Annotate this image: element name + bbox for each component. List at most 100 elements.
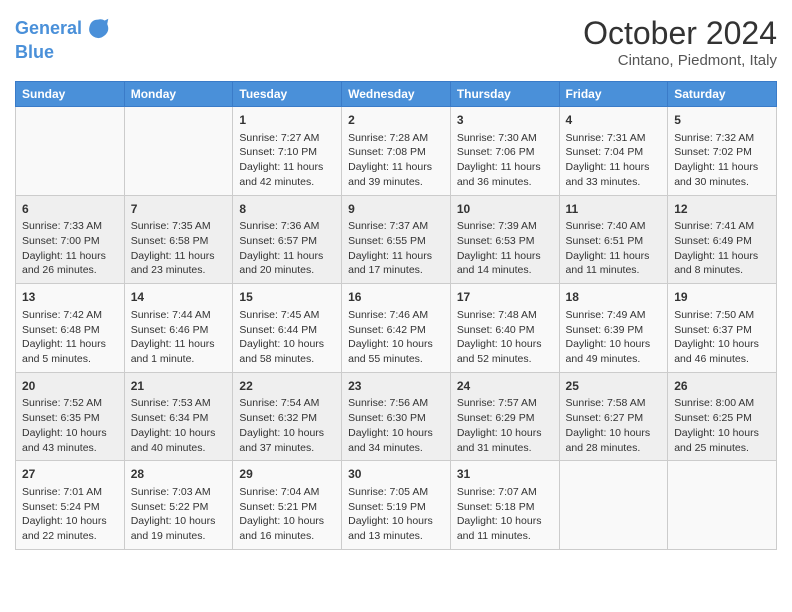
sunrise-text: Sunrise: 7:30 AM — [457, 131, 553, 146]
sunset-text: Sunset: 7:04 PM — [566, 145, 662, 160]
day-number: 14 — [131, 289, 227, 306]
sunset-text: Sunset: 6:29 PM — [457, 411, 553, 426]
daylight-text: Daylight: 10 hours and 55 minutes. — [348, 337, 444, 366]
daylight-text: Daylight: 10 hours and 49 minutes. — [566, 337, 662, 366]
logo: General Blue — [15, 15, 112, 63]
calendar-cell: 5Sunrise: 7:32 AMSunset: 7:02 PMDaylight… — [668, 107, 777, 196]
sunrise-text: Sunrise: 7:42 AM — [22, 308, 118, 323]
daylight-text: Daylight: 11 hours and 23 minutes. — [131, 249, 227, 278]
day-number: 7 — [131, 201, 227, 218]
sunset-text: Sunset: 6:40 PM — [457, 323, 553, 338]
sunset-text: Sunset: 5:18 PM — [457, 500, 553, 515]
day-number: 21 — [131, 378, 227, 395]
logo-text: General — [15, 19, 82, 39]
calendar-cell — [559, 461, 668, 550]
sunrise-text: Sunrise: 7:48 AM — [457, 308, 553, 323]
calendar-cell: 11Sunrise: 7:40 AMSunset: 6:51 PMDayligh… — [559, 195, 668, 284]
sunset-text: Sunset: 6:35 PM — [22, 411, 118, 426]
sunrise-text: Sunrise: 7:49 AM — [566, 308, 662, 323]
calendar-cell: 4Sunrise: 7:31 AMSunset: 7:04 PMDaylight… — [559, 107, 668, 196]
sunrise-text: Sunrise: 7:07 AM — [457, 485, 553, 500]
calendar-cell — [124, 107, 233, 196]
day-number: 8 — [239, 201, 335, 218]
daylight-text: Daylight: 10 hours and 19 minutes. — [131, 514, 227, 543]
daylight-text: Daylight: 10 hours and 11 minutes. — [457, 514, 553, 543]
sunset-text: Sunset: 7:06 PM — [457, 145, 553, 160]
sunset-text: Sunset: 6:37 PM — [674, 323, 770, 338]
month-title: October 2024 — [583, 15, 777, 52]
calendar-row-2: 13Sunrise: 7:42 AMSunset: 6:48 PMDayligh… — [16, 284, 777, 373]
calendar-row-0: 1Sunrise: 7:27 AMSunset: 7:10 PMDaylight… — [16, 107, 777, 196]
daylight-text: Daylight: 10 hours and 40 minutes. — [131, 426, 227, 455]
sunrise-text: Sunrise: 7:54 AM — [239, 396, 335, 411]
daylight-text: Daylight: 10 hours and 22 minutes. — [22, 514, 118, 543]
sunrise-text: Sunrise: 7:58 AM — [566, 396, 662, 411]
weekday-header-monday: Monday — [124, 82, 233, 107]
sunrise-text: Sunrise: 7:45 AM — [239, 308, 335, 323]
calendar-cell — [668, 461, 777, 550]
sunset-text: Sunset: 6:39 PM — [566, 323, 662, 338]
day-number: 28 — [131, 466, 227, 483]
sunset-text: Sunset: 6:46 PM — [131, 323, 227, 338]
calendar-cell: 2Sunrise: 7:28 AMSunset: 7:08 PMDaylight… — [342, 107, 451, 196]
day-number: 17 — [457, 289, 553, 306]
day-number: 2 — [348, 112, 444, 129]
day-number: 12 — [674, 201, 770, 218]
calendar-cell: 30Sunrise: 7:05 AMSunset: 5:19 PMDayligh… — [342, 461, 451, 550]
sunset-text: Sunset: 5:21 PM — [239, 500, 335, 515]
sunset-text: Sunset: 6:53 PM — [457, 234, 553, 249]
day-number: 26 — [674, 378, 770, 395]
page-header: General Blue October 2024 Cintano, Piedm… — [15, 15, 777, 69]
calendar-cell: 29Sunrise: 7:04 AMSunset: 5:21 PMDayligh… — [233, 461, 342, 550]
sunrise-text: Sunrise: 7:01 AM — [22, 485, 118, 500]
day-number: 23 — [348, 378, 444, 395]
day-number: 27 — [22, 466, 118, 483]
sunset-text: Sunset: 6:34 PM — [131, 411, 227, 426]
calendar-cell: 19Sunrise: 7:50 AMSunset: 6:37 PMDayligh… — [668, 284, 777, 373]
calendar-cell: 13Sunrise: 7:42 AMSunset: 6:48 PMDayligh… — [16, 284, 125, 373]
sunset-text: Sunset: 5:19 PM — [348, 500, 444, 515]
day-number: 6 — [22, 201, 118, 218]
location: Cintano, Piedmont, Italy — [583, 52, 777, 69]
sunrise-text: Sunrise: 7:33 AM — [22, 219, 118, 234]
sunrise-text: Sunrise: 7:32 AM — [674, 131, 770, 146]
sunrise-text: Sunrise: 7:03 AM — [131, 485, 227, 500]
sunset-text: Sunset: 7:08 PM — [348, 145, 444, 160]
daylight-text: Daylight: 10 hours and 13 minutes. — [348, 514, 444, 543]
daylight-text: Daylight: 10 hours and 16 minutes. — [239, 514, 335, 543]
daylight-text: Daylight: 10 hours and 52 minutes. — [457, 337, 553, 366]
daylight-text: Daylight: 10 hours and 34 minutes. — [348, 426, 444, 455]
day-number: 3 — [457, 112, 553, 129]
daylight-text: Daylight: 11 hours and 17 minutes. — [348, 249, 444, 278]
calendar-cell: 28 Sunrise: 7:03 AMSunset: 5:22 PMDayligh… — [124, 461, 233, 550]
daylight-text: Daylight: 11 hours and 14 minutes. — [457, 249, 553, 278]
calendar-cell: 18Sunrise: 7:49 AMSunset: 6:39 PMDayligh… — [559, 284, 668, 373]
sunset-text: Sunset: 5:22 PM — [131, 500, 227, 515]
daylight-text: Daylight: 11 hours and 11 minutes. — [566, 249, 662, 278]
sunset-text: Sunset: 6:57 PM — [239, 234, 335, 249]
sunset-text: Sunset: 6:58 PM — [131, 234, 227, 249]
sunset-text: Sunset: 6:32 PM — [239, 411, 335, 426]
daylight-text: Daylight: 11 hours and 5 minutes. — [22, 337, 118, 366]
calendar-cell: 14Sunrise: 7:44 AMSunset: 6:46 PMDayligh… — [124, 284, 233, 373]
calendar-cell: 9Sunrise: 7:37 AMSunset: 6:55 PMDaylight… — [342, 195, 451, 284]
sunset-text: Sunset: 6:49 PM — [674, 234, 770, 249]
daylight-text: Daylight: 10 hours and 25 minutes. — [674, 426, 770, 455]
weekday-header-saturday: Saturday — [668, 82, 777, 107]
day-number: 9 — [348, 201, 444, 218]
daylight-text: Daylight: 10 hours and 31 minutes. — [457, 426, 553, 455]
weekday-header-thursday: Thursday — [450, 82, 559, 107]
sunset-text: Sunset: 6:55 PM — [348, 234, 444, 249]
sunset-text: Sunset: 6:51 PM — [566, 234, 662, 249]
sunset-text: Sunset: 5:24 PM — [22, 500, 118, 515]
calendar-row-4: 27Sunrise: 7:01 AMSunset: 5:24 PMDayligh… — [16, 461, 777, 550]
day-number: 13 — [22, 289, 118, 306]
sunset-text: Sunset: 6:25 PM — [674, 411, 770, 426]
weekday-header-row: SundayMondayTuesdayWednesdayThursdayFrid… — [16, 82, 777, 107]
day-number: 22 — [239, 378, 335, 395]
sunset-text: Sunset: 7:10 PM — [239, 145, 335, 160]
calendar-cell: 12Sunrise: 7:41 AMSunset: 6:49 PMDayligh… — [668, 195, 777, 284]
sunset-text: Sunset: 7:02 PM — [674, 145, 770, 160]
calendar-cell: 25Sunrise: 7:58 AMSunset: 6:27 PMDayligh… — [559, 372, 668, 461]
sunrise-text: Sunrise: 7:05 AM — [348, 485, 444, 500]
